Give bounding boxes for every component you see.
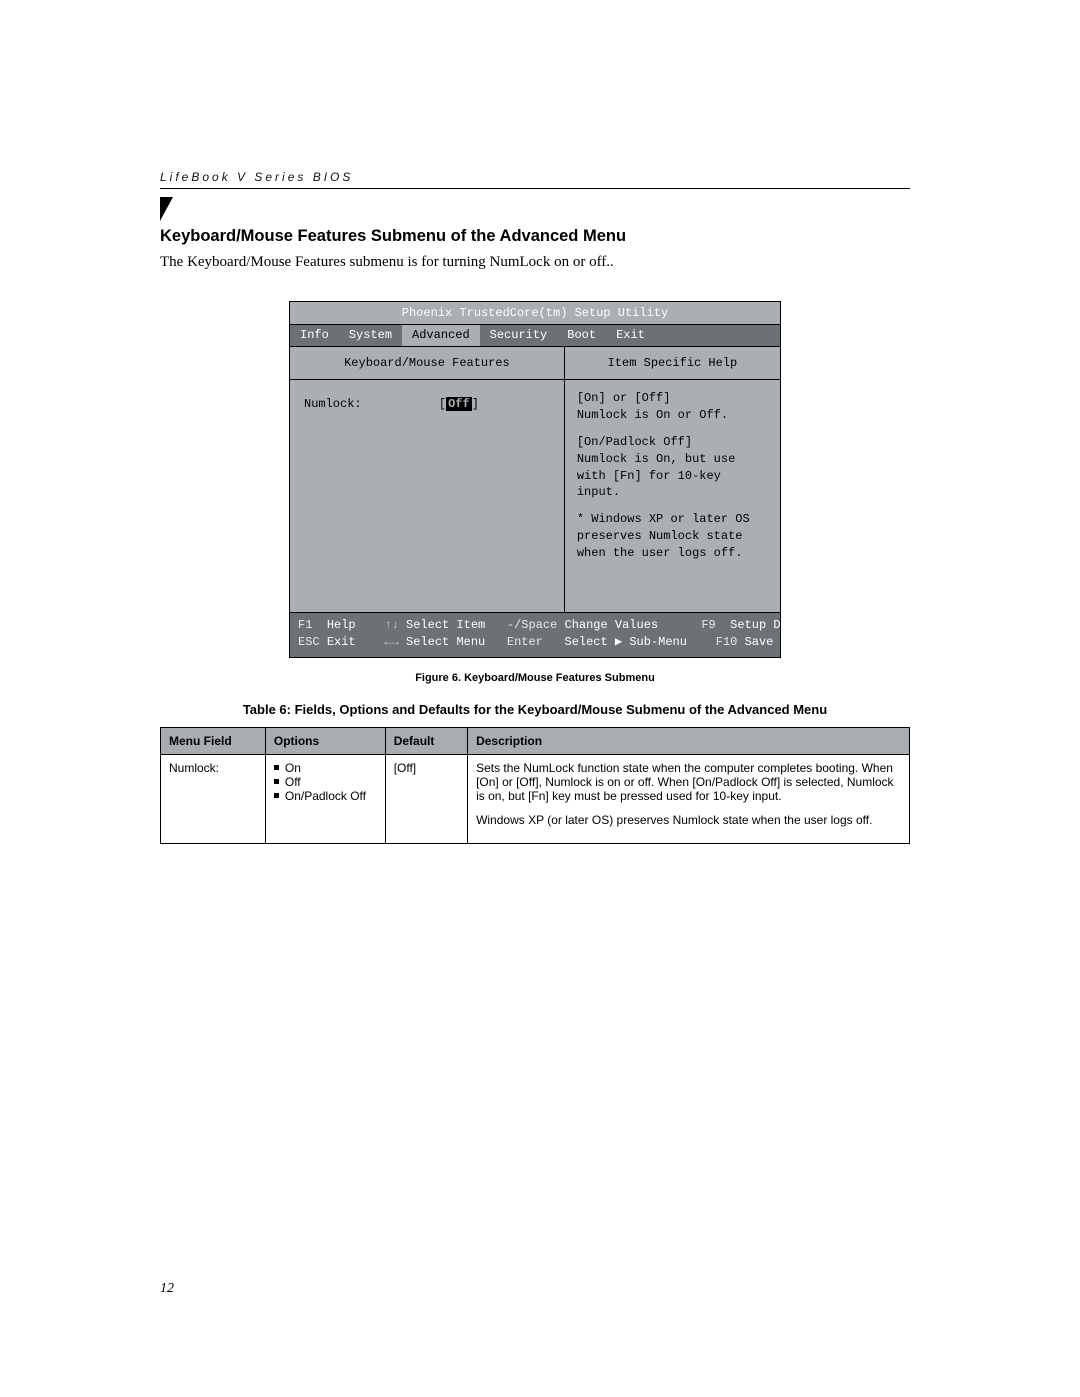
spec-table: Menu Field Options Default Description N… xyxy=(160,727,910,844)
bios-help-panel: Item Specific Help [On] or [Off] Numlock… xyxy=(565,347,780,613)
bios-tab-boot[interactable]: Boot xyxy=(557,325,606,346)
bios-main-area: Keyboard/Mouse Features Numlock: [Off] I… xyxy=(290,347,780,613)
bios-menu-bar: Info System Advanced Security Boot Exit xyxy=(290,325,780,347)
cell-options: On Off On/Padlock Off xyxy=(265,754,385,843)
bios-field-value-text: Off xyxy=(446,397,472,411)
page-corner-marker xyxy=(160,197,173,221)
bios-tab-info[interactable]: Info xyxy=(290,325,339,346)
description-text: Windows XP (or later OS) preserves Numlo… xyxy=(476,813,901,827)
bios-left-panel: Keyboard/Mouse Features Numlock: [Off] xyxy=(290,347,565,613)
key-hint-change-values: -/Space Change Values xyxy=(507,617,701,634)
option-item: On xyxy=(274,761,377,775)
key-hint-select-submenu: Enter Select ▶ Sub-Menu xyxy=(507,634,716,651)
bios-help-text: [On/Padlock Off] Numlock is On, but use … xyxy=(577,434,768,501)
th-default: Default xyxy=(385,727,467,754)
bios-field-value[interactable]: [Off] xyxy=(439,396,479,413)
bios-screenshot: Phoenix TrustedCore(tm) Setup Utility In… xyxy=(289,301,781,658)
running-header: LifeBook V Series BIOS xyxy=(160,170,910,184)
bios-key-legend: F1 Help ↑↓ Select Item -/Space Change Va… xyxy=(290,612,780,657)
option-item: On/Padlock Off xyxy=(274,789,377,803)
cell-description: Sets the NumLock function state when the… xyxy=(468,754,910,843)
th-options: Options xyxy=(265,727,385,754)
bios-help-title: Item Specific Help xyxy=(565,347,780,381)
header-rule xyxy=(160,188,910,189)
bios-left-panel-body: Numlock: [Off] xyxy=(290,380,564,612)
bios-help-text: [On] or [Off] Numlock is On or Off. xyxy=(577,390,768,424)
bios-tab-exit[interactable]: Exit xyxy=(606,325,655,346)
table-header-row: Menu Field Options Default Description xyxy=(161,727,910,754)
bios-window-title: Phoenix TrustedCore(tm) Setup Utility xyxy=(290,302,780,325)
page-number: 12 xyxy=(160,1281,174,1297)
key-hint-select-item: ↑↓ Select Item xyxy=(384,617,506,634)
cell-menu-field: Numlock: xyxy=(161,754,266,843)
option-item: Off xyxy=(274,775,377,789)
key-hint-exit: ESC Exit xyxy=(298,634,384,651)
bios-help-text: * Windows XP or later OS preserves Numlo… xyxy=(577,511,768,561)
key-hint-setup-defaults: F9 Setup Defaults xyxy=(701,617,831,634)
key-hint-help: F1 Help xyxy=(298,617,384,634)
th-description: Description xyxy=(468,727,910,754)
bios-tab-system[interactable]: System xyxy=(339,325,402,346)
bios-left-panel-title: Keyboard/Mouse Features xyxy=(290,347,564,381)
description-text: Sets the NumLock function state when the… xyxy=(476,761,901,803)
bios-field-numlock[interactable]: Numlock: [Off] xyxy=(304,396,554,413)
section-title: Keyboard/Mouse Features Submenu of the A… xyxy=(160,227,910,246)
th-menu-field: Menu Field xyxy=(161,727,266,754)
figure-caption: Figure 6. Keyboard/Mouse Features Submen… xyxy=(160,672,910,684)
bios-field-label: Numlock: xyxy=(304,396,439,413)
key-hint-select-menu: ←→ Select Menu xyxy=(384,634,506,651)
bios-help-body: [On] or [Off] Numlock is On or Off. [On/… xyxy=(565,380,780,612)
bios-tab-security[interactable]: Security xyxy=(480,325,558,346)
key-hint-save-exit: F10 Save and Exit xyxy=(716,634,838,651)
cell-default: [Off] xyxy=(385,754,467,843)
table-title: Table 6: Fields, Options and Defaults fo… xyxy=(160,702,910,717)
section-intro-text: The Keyboard/Mouse Features submenu is f… xyxy=(160,254,910,271)
table-row: Numlock: On Off On/Padlock Off [Off] Set… xyxy=(161,754,910,843)
bios-tab-advanced[interactable]: Advanced xyxy=(402,325,480,346)
document-page: LifeBook V Series BIOS Keyboard/Mouse Fe… xyxy=(0,0,1080,1397)
